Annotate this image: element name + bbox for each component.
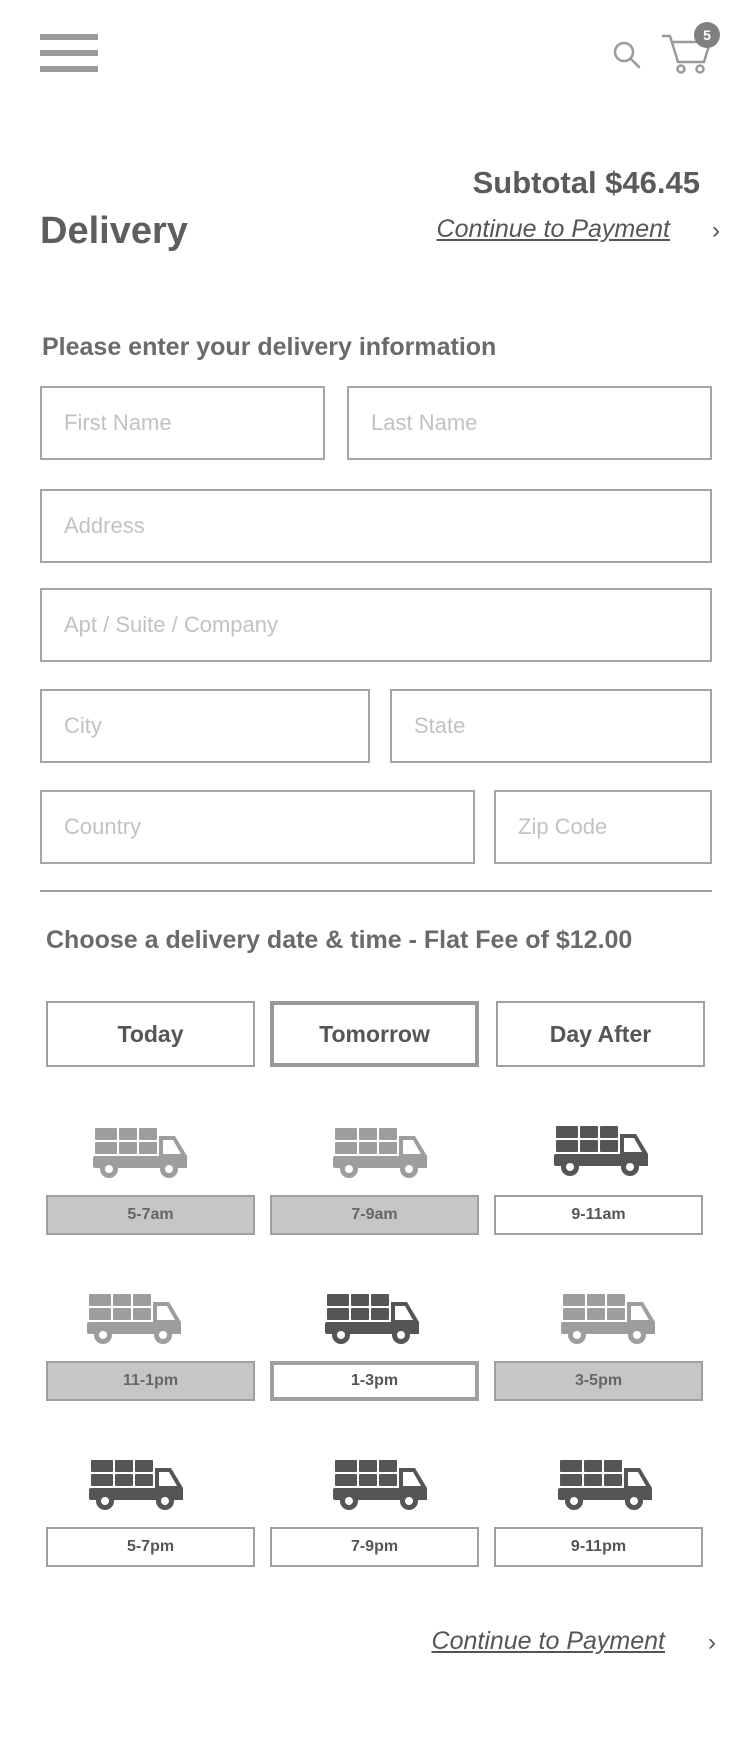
- page-title: Delivery: [40, 210, 188, 252]
- time-slot-button[interactable]: 3-5pm: [494, 1361, 703, 1401]
- date-option-day-after[interactable]: Day After: [496, 1001, 705, 1067]
- time-slot-button[interactable]: 9-11am: [494, 1195, 703, 1235]
- delivery-truck-icon: [554, 1124, 650, 1178]
- delivery-truck-icon: [333, 1126, 429, 1180]
- chevron-right-icon: ›: [708, 1629, 716, 1656]
- time-slot-button[interactable]: 9-11pm: [494, 1527, 703, 1567]
- state-field[interactable]: [390, 689, 712, 763]
- delivery-truck-icon: [87, 1292, 183, 1346]
- time-slot-button[interactable]: 7-9pm: [270, 1527, 479, 1567]
- city-field[interactable]: [40, 689, 370, 763]
- cart-count-badge: 5: [694, 22, 720, 48]
- apt-suite-company-field[interactable]: [40, 588, 712, 662]
- section-divider: [40, 890, 712, 892]
- delivery-info-heading: Please enter your delivery information: [42, 333, 497, 361]
- delivery-date-heading: Choose a delivery date & time - Flat Fee…: [46, 926, 633, 954]
- continue-to-payment-link-bottom[interactable]: Continue to Payment: [432, 1627, 665, 1656]
- date-option-today[interactable]: Today: [46, 1001, 255, 1067]
- hamburger-menu-icon[interactable]: [40, 34, 98, 72]
- zip-code-field[interactable]: [494, 790, 712, 864]
- first-name-field[interactable]: [40, 386, 325, 460]
- time-slot-button[interactable]: 1-3pm: [270, 1361, 479, 1401]
- delivery-truck-icon: [93, 1126, 189, 1180]
- search-icon[interactable]: [612, 40, 642, 70]
- address-field[interactable]: [40, 489, 712, 563]
- delivery-truck-icon: [325, 1292, 421, 1346]
- date-option-tomorrow[interactable]: Tomorrow: [270, 1001, 479, 1067]
- time-slot-button[interactable]: 7-9am: [270, 1195, 479, 1235]
- country-field[interactable]: [40, 790, 475, 864]
- chevron-right-icon: ›: [712, 217, 720, 244]
- subtotal-text: Subtotal $46.45: [472, 165, 700, 200]
- last-name-field[interactable]: [347, 386, 712, 460]
- time-slot-button[interactable]: 5-7pm: [46, 1527, 255, 1567]
- delivery-truck-icon: [558, 1458, 654, 1512]
- time-slot-button[interactable]: 11-1pm: [46, 1361, 255, 1401]
- delivery-truck-icon: [333, 1458, 429, 1512]
- time-slot-button[interactable]: 5-7am: [46, 1195, 255, 1235]
- delivery-truck-icon: [561, 1292, 657, 1346]
- delivery-truck-icon: [89, 1458, 185, 1512]
- continue-to-payment-link[interactable]: Continue to Payment: [437, 215, 670, 244]
